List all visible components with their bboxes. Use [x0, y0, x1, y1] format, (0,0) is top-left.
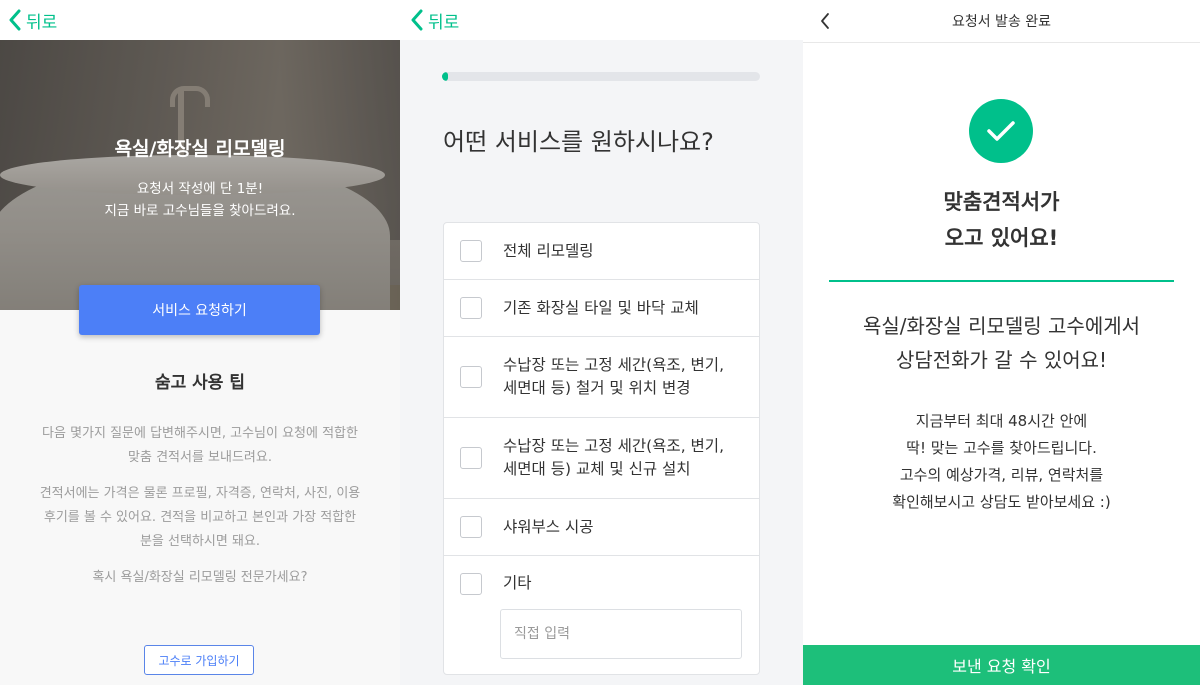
option-label: 샤워부스 시공: [503, 516, 594, 539]
hero-subtitle-line: 요청서 작성에 단 1분!: [136, 181, 264, 197]
tip-line: 후기를 볼 수 있어요. 견적을 비교하고 본인과 가장 적합한: [43, 510, 357, 525]
divider: [829, 280, 1174, 282]
hero-subtitle: 요청서 작성에 단 1분! 지금 바로 고수님들을 찾아드려요.: [0, 178, 400, 222]
option-label: 전체 리모델링: [503, 240, 594, 263]
request-service-button[interactable]: 서비스 요청하기: [79, 285, 320, 335]
option-label: 기타: [503, 572, 532, 595]
option-label-line: 수납장 또는 고정 세간(욕조, 변기,: [503, 356, 724, 374]
option-label-line: 세면대 등) 철거 및 위치 변경: [503, 379, 691, 397]
tip-paragraph: 견적서에는 가격은 물론 프로필, 자격증, 연락처, 사진, 이용 후기를 볼…: [0, 482, 400, 554]
call-message: 욕실/화장실 리모델링 고수에게서 상담전화가 갈 수 있어요!: [803, 309, 1200, 377]
tip-line: 견적서에는 가격은 물론 프로필, 자격증, 연락처, 사진, 이용: [39, 486, 361, 501]
chevron-left-icon: [9, 9, 21, 31]
done-title: 맞춤견적서가 오고 있어요!: [803, 184, 1200, 256]
back-button[interactable]: [819, 12, 831, 34]
page-title: 요청서 발송 완료: [951, 14, 1052, 30]
option-label-line: 세면대 등) 교체 및 신규 설치: [503, 460, 691, 478]
check-circle-icon: [969, 99, 1033, 163]
option-other[interactable]: 기타: [444, 556, 759, 674]
back-label: 뒤로: [428, 12, 460, 33]
progress-fill: [442, 72, 449, 81]
checkbox[interactable]: [460, 240, 482, 262]
checkbox[interactable]: [460, 572, 482, 595]
info-line: 고수의 예상가격, 리뷰, 연락처를: [899, 466, 1104, 484]
option-other-row: 기타: [460, 572, 743, 595]
service-intro-screen: 뒤로 욕실/화장실 리모델링 요청서 작성에 단 1분! 지금 바로 고수님들을…: [0, 0, 400, 685]
top-bar: 뒤로: [0, 0, 400, 40]
back-button[interactable]: 뒤로: [8, 8, 57, 33]
direct-input-field[interactable]: [500, 609, 742, 659]
checkbox[interactable]: [460, 516, 482, 538]
option-shower-booth[interactable]: 샤워부스 시공: [444, 499, 759, 556]
option-label-line: 전체 리모델링: [503, 241, 594, 260]
option-label: 수납장 또는 고정 세간(욕조, 변기, 세면대 등) 교체 및 신규 설치: [503, 435, 724, 481]
checkbox[interactable]: [460, 366, 482, 388]
tip-line: 분을 선택하시면 돼요.: [139, 534, 261, 549]
screens: 뒤로 욕실/화장실 리모델링 요청서 작성에 단 1분! 지금 바로 고수님들을…: [0, 0, 1200, 685]
checkbox[interactable]: [460, 447, 482, 469]
info-line: 확인해보시고 상담도 받아보세요 :): [892, 493, 1111, 511]
info-line: 지금부터 최대 48시간 안에: [915, 412, 1088, 430]
chevron-left-icon: [411, 9, 423, 31]
service-question-screen: 뒤로 어떤 서비스를 원하시나요? 전체 리모델링 기존 화장실 타일 및 바닥…: [400, 0, 803, 685]
message-line: 상담전화가 갈 수 있어요!: [895, 348, 1108, 372]
nav-bar: 요청서 발송 완료: [803, 0, 1200, 43]
hero-image: [0, 40, 400, 310]
option-label: 기존 화장실 타일 및 바닥 교체: [503, 297, 699, 320]
back-button[interactable]: 뒤로: [410, 8, 459, 33]
info-text: 지금부터 최대 48시간 안에 딱! 맞는 고수를 찾아드립니다. 고수의 예상…: [803, 408, 1200, 516]
expert-question: 혹시 욕실/화장실 리모델링 전문가세요?: [92, 570, 308, 585]
join-as-expert-button[interactable]: 고수로 가입하기: [144, 645, 254, 675]
tips-title: 숨고 사용 팁: [154, 373, 246, 393]
hero-title: 욕실/화장실 리모델링: [114, 138, 286, 160]
option-label-line: 기존 화장실 타일 및 바닥 교체: [503, 298, 699, 317]
done-title-line: 오고 있어요!: [944, 226, 1059, 250]
tip-line: 맞춤 견적서를 보내드려요.: [128, 450, 272, 465]
hero-subtitle-line: 지금 바로 고수님들을 찾아드려요.: [104, 203, 296, 219]
tip-line: 다음 몇가지 질문에 답변해주시면, 고수님이 요청에 적합한: [42, 426, 358, 441]
progress-bar: [442, 72, 760, 81]
checkbox[interactable]: [460, 297, 482, 319]
message-line: 욕실/화장실 리모델링 고수에게서: [862, 314, 1141, 338]
checkmark-icon: [987, 121, 1015, 141]
question-title: 어떤 서비스를 원하시나요?: [443, 128, 714, 156]
check-sent-requests-button[interactable]: 보낸 요청 확인: [803, 645, 1200, 685]
tip-paragraph: 다음 몇가지 질문에 답변해주시면, 고수님이 요청에 적합한 맞춤 견적서를 …: [0, 422, 400, 470]
info-line: 딱! 맞는 고수를 찾아드립니다.: [906, 439, 1097, 457]
option-replace-install[interactable]: 수납장 또는 고정 세간(욕조, 변기, 세면대 등) 교체 및 신규 설치: [444, 418, 759, 499]
option-label-line: 샤워부스 시공: [503, 517, 594, 536]
options-list: 전체 리모델링 기존 화장실 타일 및 바닥 교체 수납장 또는 고정 세간(욕…: [443, 222, 760, 675]
request-sent-screen: 요청서 발송 완료 맞춤견적서가 오고 있어요! 욕실/화장실 리모델링 고수에…: [803, 0, 1200, 685]
done-title-line: 맞춤견적서가: [943, 190, 1060, 214]
top-bar: 뒤로: [400, 0, 803, 40]
option-tile-floor[interactable]: 기존 화장실 타일 및 바닥 교체: [444, 280, 759, 337]
chevron-left-icon: [821, 13, 829, 29]
option-label-line: 수납장 또는 고정 세간(욕조, 변기,: [503, 437, 724, 455]
option-remove-relocate[interactable]: 수납장 또는 고정 세간(욕조, 변기, 세면대 등) 철거 및 위치 변경: [444, 337, 759, 418]
option-full-remodeling[interactable]: 전체 리모델링: [444, 223, 759, 280]
back-label: 뒤로: [26, 12, 58, 33]
option-label-line: 기타: [503, 574, 532, 592]
option-label: 수납장 또는 고정 세간(욕조, 변기, 세면대 등) 철거 및 위치 변경: [503, 354, 724, 400]
